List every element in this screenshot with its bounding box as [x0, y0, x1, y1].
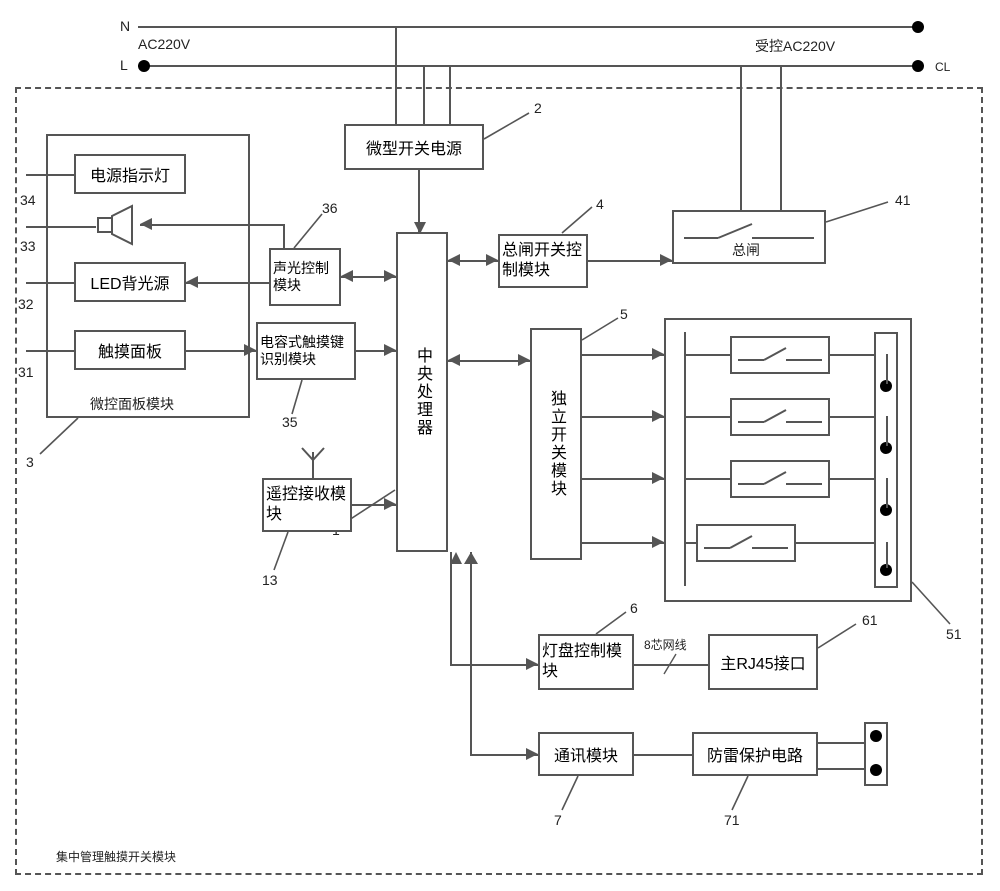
remote-rx-label: 遥控接收模块	[266, 485, 348, 525]
controlled-ac220v-label: 受控AC220V	[755, 36, 835, 56]
panel-module-label: 微控面板模块	[90, 394, 174, 414]
sound-light-to-led-h	[186, 282, 269, 284]
ac220v-label: AC220V	[138, 36, 190, 52]
power-led-leader	[26, 174, 74, 176]
ref-outlet-group: 51	[946, 626, 962, 642]
touch-panel-label: 触摸面板	[98, 338, 162, 362]
speaker-icon	[92, 204, 142, 248]
led-backlight-leader	[26, 282, 74, 284]
led-backlight-label: LED背光源	[90, 270, 169, 294]
comm-to-lightning	[634, 754, 692, 756]
remote-rx-block: 遥控接收模块	[262, 478, 352, 532]
indep-switch-block: 独立开关模块	[530, 328, 582, 560]
ref-touch-panel: 31	[18, 364, 34, 380]
ref-remote-rx: 13	[262, 572, 278, 588]
lamp-ctrl-label: 灯盘控制模块	[542, 642, 630, 682]
power-led-block: 电源指示灯	[74, 154, 186, 194]
module-frame-title: 集中管理触摸开关模块	[56, 848, 176, 865]
lightning-block: 防雷保护电路	[692, 732, 818, 776]
comm-label: 通讯模块	[554, 742, 618, 766]
rj45-block: 主RJ45接口	[708, 634, 818, 690]
rj45-label: 主RJ45接口	[720, 650, 805, 674]
ref-cap-touch: 35	[282, 414, 298, 430]
sound-light-to-speaker-v	[283, 224, 285, 248]
ref-lightning: 71	[724, 812, 740, 828]
lamp-ctrl-block: 灯盘控制模块	[538, 634, 634, 690]
wire-cl-label: CL	[935, 60, 950, 74]
main-switch-label: 总闸	[732, 240, 760, 260]
antenna-icon	[302, 446, 324, 480]
ref-main-ctrl: 4	[596, 196, 604, 212]
cap-touch-block: 电容式触摸键识别模块	[256, 322, 356, 380]
lightning-label: 防雷保护电路	[707, 742, 803, 766]
sound-light-label: 声光控制模块	[273, 260, 337, 295]
wire-n-terminal	[912, 21, 924, 33]
wire-n-label: N	[120, 18, 130, 34]
wire-n	[138, 26, 918, 28]
cpu-block: 中央处理器	[396, 232, 448, 552]
psu-label: 微型开关电源	[366, 135, 462, 159]
ref-main-switch: 41	[895, 192, 911, 208]
ethernet-note: 8芯网线	[644, 636, 687, 653]
main-ctrl-block: 总闸开关控制模块	[498, 234, 588, 288]
ref-rj45: 61	[862, 612, 878, 628]
wire-l-terminal-left	[138, 60, 150, 72]
ref-comm: 7	[554, 812, 562, 828]
ref-panel-module: 3	[26, 454, 34, 470]
led-backlight-block: LED背光源	[74, 262, 186, 302]
cap-touch-label: 电容式触摸键识别模块	[260, 334, 352, 369]
ref-led-bl: 32	[18, 296, 34, 312]
ref-sound-light: 36	[322, 200, 338, 216]
cpu-label: 中央处理器	[410, 347, 434, 437]
wire-l	[138, 65, 918, 67]
ref-speaker: 33	[20, 238, 36, 254]
power-led-label: 电源指示灯	[90, 162, 170, 186]
cpu-to-lamp-v	[450, 552, 452, 664]
sound-light-to-speaker-h	[140, 224, 285, 226]
ref-lamp-ctrl: 6	[630, 600, 638, 616]
wire-l-terminal-right	[912, 60, 924, 72]
ref-power-led: 34	[20, 192, 36, 208]
touch-panel-leader	[26, 350, 74, 352]
cpu-to-comm-v	[470, 552, 472, 754]
wire-l-label: L	[120, 57, 128, 73]
outlet-bus	[684, 332, 686, 586]
indep-switch-label: 独立开关模块	[544, 390, 568, 498]
comm-block: 通讯模块	[538, 732, 634, 776]
main-ctrl-label: 总闸开关控制模块	[502, 241, 584, 281]
psu-block: 微型开关电源	[344, 124, 484, 170]
touch-panel-block: 触摸面板	[74, 330, 186, 370]
ref-psu: 2	[534, 100, 542, 116]
speaker-leader	[26, 226, 96, 228]
sound-light-block: 声光控制模块	[269, 248, 341, 306]
ref-indep-switch: 5	[620, 306, 628, 322]
cpu-to-lamp-h	[450, 664, 538, 666]
